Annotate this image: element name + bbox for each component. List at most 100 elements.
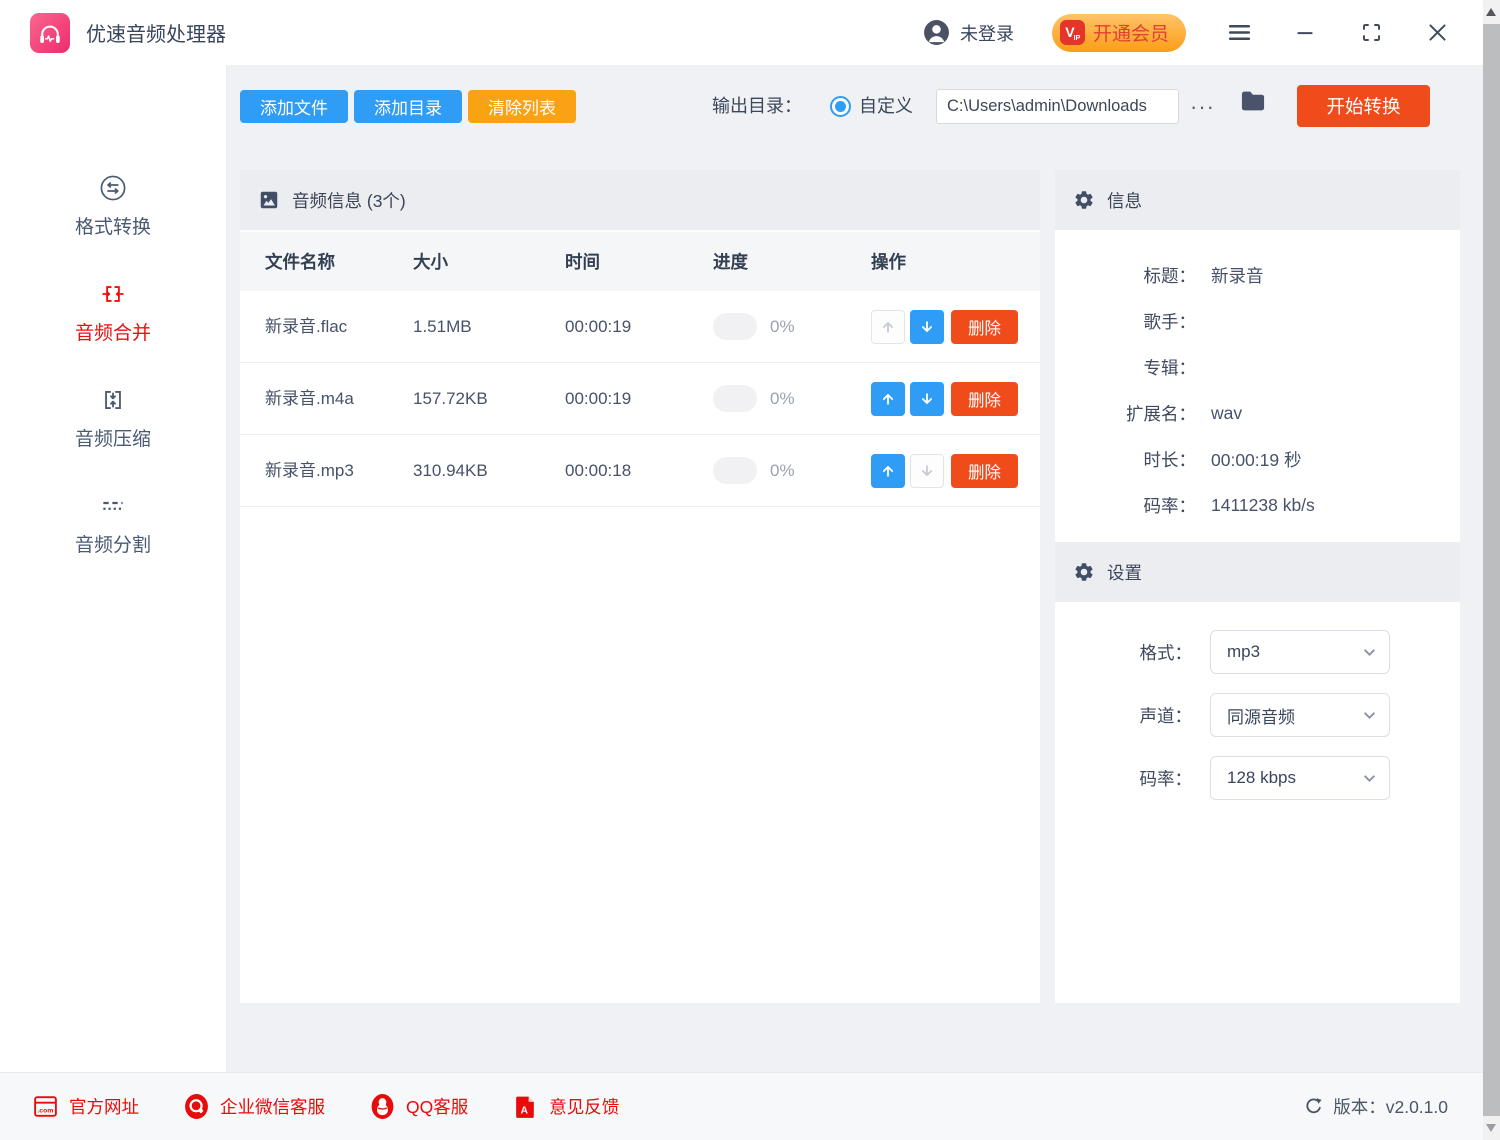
sidebar-item-label: 格式转换 (75, 212, 151, 239)
table-header-row: 文件名称 大小 时间 进度 操作 (240, 230, 1040, 291)
delete-button[interactable]: 删除 (951, 310, 1018, 344)
start-convert-button[interactable]: 开始转换 (1297, 85, 1430, 127)
info-fields: 标题：新录音 歌手： 专辑： 扩展名：wav 时长：00:00:19 秒 码率：… (1055, 230, 1460, 542)
custom-output-radio[interactable] (830, 96, 851, 117)
info-label: 标题： (1055, 263, 1196, 288)
browse-more-button[interactable]: ··· (1190, 90, 1215, 123)
table-row: 新录音.flac 1.51MB 00:00:19 0% 删除 (240, 291, 1040, 363)
format-select[interactable]: mp3 (1210, 630, 1390, 674)
menu-hamburger-icon[interactable] (1226, 20, 1252, 46)
info-value: 新录音 (1211, 263, 1264, 288)
qq-service-link[interactable]: QQ客服 (369, 1093, 468, 1120)
file-size: 157.72KB (413, 389, 565, 409)
sidebar-item-label: 音频合并 (75, 318, 151, 345)
file-name: 新录音.flac (265, 312, 363, 342)
clear-list-button[interactable]: 清除列表 (468, 90, 576, 123)
channel-select[interactable]: 同源音频 (1210, 693, 1390, 737)
refresh-icon[interactable] (1303, 1096, 1324, 1117)
version-label: 版本：v2.0.1.0 (1333, 1094, 1448, 1119)
channel-select-value: 同源音频 (1227, 703, 1295, 728)
audio-info-icon (258, 189, 280, 211)
info-value: 00:00:19 秒 (1211, 447, 1301, 472)
vip-button-label: 开通会员 (1093, 19, 1169, 46)
move-down-button (910, 454, 944, 488)
output-dir-label: 输出目录： (712, 90, 802, 123)
website-com-icon: .com (32, 1093, 59, 1120)
delete-button[interactable]: 删除 (951, 454, 1018, 488)
convert-icon (98, 173, 128, 203)
maximize-button[interactable] (1358, 20, 1384, 46)
settings-panel-header: 设置 (1055, 542, 1460, 602)
custom-output-radio-label[interactable]: 自定义 (859, 90, 913, 123)
arrow-down-icon (918, 462, 936, 480)
scrollbar-down-arrow-icon[interactable] (1486, 1124, 1496, 1132)
info-label: 专辑： (1055, 355, 1196, 380)
minimize-button[interactable] (1292, 20, 1318, 46)
move-down-button[interactable] (910, 310, 944, 344)
move-up-button (871, 310, 905, 344)
sidebar-item-audio-split[interactable]: 音频分割 (75, 491, 151, 557)
file-size: 310.94KB (413, 461, 565, 481)
close-button[interactable] (1424, 20, 1450, 46)
setting-label: 声道： (1055, 703, 1192, 728)
footer: .com 官方网址 企业微信客服 QQ客服 A 意见反馈 (0, 1072, 1500, 1140)
output-path-input[interactable] (936, 89, 1179, 124)
qq-service-icon (369, 1093, 396, 1120)
scrollbar-thumb[interactable] (1483, 24, 1500, 1116)
scrollbar-up-arrow-icon[interactable] (1486, 8, 1496, 16)
file-name: 新录音.mp3 (265, 456, 363, 486)
window-scrollbar[interactable] (1483, 0, 1500, 1140)
add-directory-button[interactable]: 添加目录 (354, 90, 462, 123)
feedback-doc-icon: A (512, 1093, 539, 1120)
move-up-button[interactable] (871, 382, 905, 416)
delete-button[interactable]: 删除 (951, 382, 1018, 416)
sidebar-item-label: 音频压缩 (75, 424, 151, 451)
progress-bar (713, 457, 757, 484)
progress-percent: 0% (770, 461, 795, 481)
add-file-button[interactable]: 添加文件 (240, 90, 348, 123)
panel-title: 信息 (1107, 188, 1142, 213)
wechat-service-link[interactable]: 企业微信客服 (183, 1093, 325, 1120)
panel-title: 音频信息 (3个) (292, 188, 406, 213)
info-panel-header: 信息 (1055, 170, 1460, 230)
open-folder-button[interactable] (1239, 87, 1267, 115)
bitrate-select-value: 128 kbps (1227, 768, 1296, 788)
compress-icon (98, 385, 128, 415)
app-logo-headphone-icon (30, 13, 70, 53)
col-header-actions: 操作 (871, 249, 1040, 274)
vip-upgrade-button[interactable]: V IP 开通会员 (1052, 14, 1186, 52)
info-label: 歌手： (1055, 309, 1196, 334)
svg-text:A: A (521, 1105, 529, 1116)
info-value: wav (1211, 403, 1242, 424)
folder-icon (1239, 87, 1267, 115)
footer-link-label: 官方网址 (69, 1094, 139, 1119)
app-title: 优速音频处理器 (86, 18, 226, 47)
move-up-button[interactable] (871, 454, 905, 488)
progress-percent: 0% (770, 317, 795, 337)
sidebar-item-audio-compress[interactable]: 音频压缩 (75, 385, 151, 451)
feedback-link[interactable]: A 意见反馈 (512, 1093, 619, 1120)
gear-icon (1073, 189, 1095, 211)
sidebar-item-format-convert[interactable]: 格式转换 (75, 173, 151, 239)
file-time: 00:00:19 (565, 389, 713, 409)
file-size: 1.51MB (413, 317, 565, 337)
move-down-button[interactable] (910, 382, 944, 416)
footer-link-label: 意见反馈 (549, 1094, 619, 1119)
table-row: 新录音.mp3 310.94KB 00:00:18 0% 删除 (240, 435, 1040, 507)
bitrate-select[interactable]: 128 kbps (1210, 756, 1390, 800)
login-status[interactable]: 未登录 (960, 20, 1014, 46)
info-label: 码率： (1055, 493, 1196, 518)
version-info: 版本：v2.0.1.0 (1303, 1094, 1448, 1119)
user-avatar-icon[interactable] (923, 19, 950, 46)
wechat-service-icon (183, 1093, 210, 1120)
official-site-link[interactable]: .com 官方网址 (32, 1093, 139, 1120)
svg-text:IP: IP (1074, 33, 1081, 42)
chevron-down-icon (1363, 648, 1376, 657)
progress-bar (713, 385, 757, 412)
split-icon (98, 491, 128, 521)
footer-link-label: 企业微信客服 (220, 1094, 325, 1119)
sidebar-item-label: 音频分割 (75, 530, 151, 557)
svg-text:.com: .com (37, 1107, 53, 1114)
sidebar-item-audio-merge[interactable]: 音频合并 (75, 279, 151, 345)
progress-percent: 0% (770, 389, 795, 409)
